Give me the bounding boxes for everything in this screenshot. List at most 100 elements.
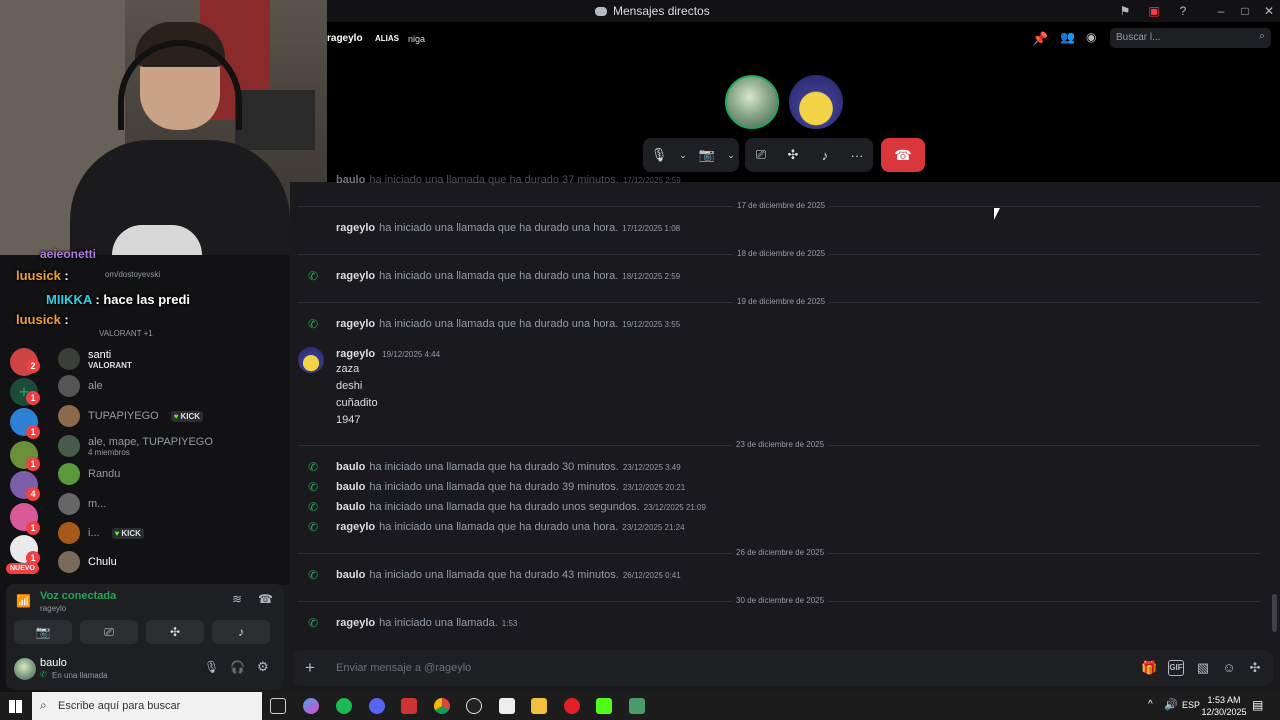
group-avatar (58, 435, 80, 457)
dm-item[interactable]: Randu (58, 461, 120, 487)
overlay-partial-text: VALORANT +1 (99, 329, 153, 338)
task-view-icon[interactable] (270, 698, 286, 714)
activities-button[interactable]: ✣ (146, 620, 204, 644)
call-area: rageylo ALIAS niga 📌 👥 ◉ Buscar l... ⌕ 🎙… (327, 22, 1280, 182)
volume-icon[interactable]: 🔊 (1164, 698, 1178, 711)
app-icon[interactable] (499, 698, 515, 714)
notification-badge: 1 (26, 457, 40, 471)
apps-icon[interactable]: ✣ (1247, 660, 1263, 676)
message-timestamp: 19/12/2025 4:44 (382, 350, 441, 359)
help-icon[interactable]: ? (1175, 3, 1191, 19)
overlay-chat-line: MIIKKA : hace las predi (46, 292, 191, 307)
message-composer[interactable]: + Enviar mensaje a @rageylo 🎁 GIF ▧ ☺ ✣ (293, 650, 1273, 686)
clock[interactable]: 1:53 AM 12/30/2025 (1200, 694, 1248, 718)
dm-item[interactable]: Chulu (58, 549, 117, 575)
attach-button[interactable]: + (305, 658, 315, 678)
language-indicator[interactable]: ESP (1182, 700, 1200, 710)
taskbar: ⌕ Escribe aquí para buscar ^ ▭ 🔊 ESP 1:5… (0, 692, 1280, 720)
notification-badge: 1 (26, 425, 40, 439)
screen-share-button[interactable]: ⎚ (80, 620, 138, 644)
dm-item[interactable]: santi VALORANT (58, 346, 132, 372)
scrollbar-thumb[interactable] (1272, 594, 1277, 632)
activities-icon[interactable]: ✣ (777, 147, 809, 163)
add-friends-icon[interactable]: 👥 (1060, 30, 1075, 44)
dm-item[interactable]: ale (58, 373, 103, 399)
call-log-row: rageylo ha iniciado una llamada que ha d… (336, 222, 681, 234)
microphone-icon[interactable]: 🎙 (643, 147, 675, 163)
phone-icon: ✆ (308, 480, 319, 494)
chevron-down-icon[interactable]: ⌄ (723, 150, 739, 161)
message-header: rageylo 19/12/2025 4:44 (336, 348, 440, 360)
search-input[interactable]: Buscar l... ⌕ (1110, 28, 1271, 48)
copilot-icon[interactable] (303, 698, 319, 714)
camera-off-icon[interactable]: 📷 (691, 147, 723, 163)
message-avatar[interactable] (298, 347, 324, 373)
chevron-down-icon[interactable]: ⌄ (675, 150, 691, 161)
message-author[interactable]: rageylo (336, 348, 375, 360)
sticker-icon[interactable]: ▧ (1195, 660, 1211, 676)
app-icon[interactable] (401, 698, 417, 714)
minimize-button[interactable]: – (1213, 3, 1229, 19)
dm-item[interactable]: TUPAPIYEGO ♥ KICK (58, 403, 204, 429)
avatar (58, 551, 80, 573)
app-icon[interactable] (629, 698, 645, 714)
message-input[interactable]: Enviar mensaje a @rageylo (336, 662, 471, 674)
spotify-icon[interactable] (336, 698, 352, 714)
user-name[interactable]: baulo (40, 657, 67, 669)
windows-start-icon[interactable] (9, 700, 22, 713)
maximize-button[interactable]: □ (1237, 3, 1253, 19)
voice-channel[interactable]: rageylo (40, 604, 66, 613)
chevron-up-icon[interactable]: ^ (1148, 699, 1153, 710)
phone-icon: ✆ (308, 500, 319, 514)
voice-status: Voz conectada (40, 590, 117, 602)
soundboard-button[interactable]: ♪ (212, 620, 270, 644)
settings-icon[interactable]: ⚙ (257, 659, 269, 675)
gift-icon[interactable]: 🎁 (1141, 660, 1157, 676)
participant-avatar[interactable] (725, 75, 779, 129)
notification-badge: 4 (26, 487, 40, 501)
opera-icon[interactable] (564, 698, 580, 714)
taskbar-search[interactable]: ⌕ Escribe aquí para buscar (32, 692, 262, 720)
discord-icon (595, 6, 607, 16)
message-text: zaza (336, 363, 360, 375)
kick-icon[interactable] (596, 698, 612, 714)
headphones-icon[interactable]: 🎧 (230, 660, 245, 674)
more-icon[interactable]: ··· (841, 148, 873, 163)
dm-item[interactable]: i... ♥ KICK (58, 520, 144, 546)
call-log-row: ✆ baulo ha iniciado una llamada que ha d… (308, 460, 681, 474)
camera-button[interactable]: 📷 (14, 620, 72, 644)
mic-controls: 🎙 ⌄ 📷 ⌄ (643, 138, 739, 172)
noise-suppression-icon[interactable]: ≋ (232, 592, 242, 606)
disconnect-icon[interactable]: ☎ (258, 592, 273, 606)
emoji-icon[interactable]: ☺ (1221, 660, 1237, 676)
inbox-icon[interactable]: ⚑ (1117, 3, 1133, 19)
kick-badge: ♥ KICK (111, 527, 144, 539)
call-log-row: ✆ rageylo ha iniciado una llamada que ha… (308, 269, 681, 283)
overlay-chat-line: luusick : (16, 312, 69, 327)
screen-icon[interactable]: ▣ (1146, 3, 1162, 19)
chrome-icon[interactable] (434, 698, 450, 714)
notification-badge: 1 (26, 391, 40, 405)
dm-item[interactable]: m... (58, 491, 106, 517)
soundboard-icon[interactable]: ♪ (809, 148, 841, 163)
dm-item[interactable]: ale, mape, TUPAPIYEGO 4 miembros (58, 433, 213, 459)
hangup-button[interactable]: ☎ (881, 138, 925, 172)
screen-share-icon[interactable]: ⎚ (745, 147, 777, 163)
discord-icon[interactable] (369, 698, 385, 714)
profile-icon[interactable]: ◉ (1086, 30, 1096, 44)
search-icon: ⌕ (40, 698, 47, 712)
obs-icon[interactable] (466, 698, 482, 714)
user-avatar[interactable] (14, 658, 36, 680)
pin-icon[interactable]: 📌 (1032, 31, 1048, 47)
microphone-icon[interactable]: 🎙 (204, 660, 219, 674)
window-title: Mensajes directos (595, 4, 710, 18)
phone-icon: ✆ (308, 269, 319, 283)
file-explorer-icon[interactable] (531, 698, 547, 714)
participant-avatar[interactable] (789, 75, 843, 129)
avatar (58, 348, 80, 370)
close-button[interactable]: ✕ (1261, 3, 1277, 19)
date-label: 17 de diciembre de 2025 (733, 201, 830, 210)
dm-username: rageylo (327, 33, 363, 44)
notifications-icon[interactable]: ▤ (1252, 698, 1263, 712)
gif-icon[interactable]: GIF (1168, 660, 1184, 676)
